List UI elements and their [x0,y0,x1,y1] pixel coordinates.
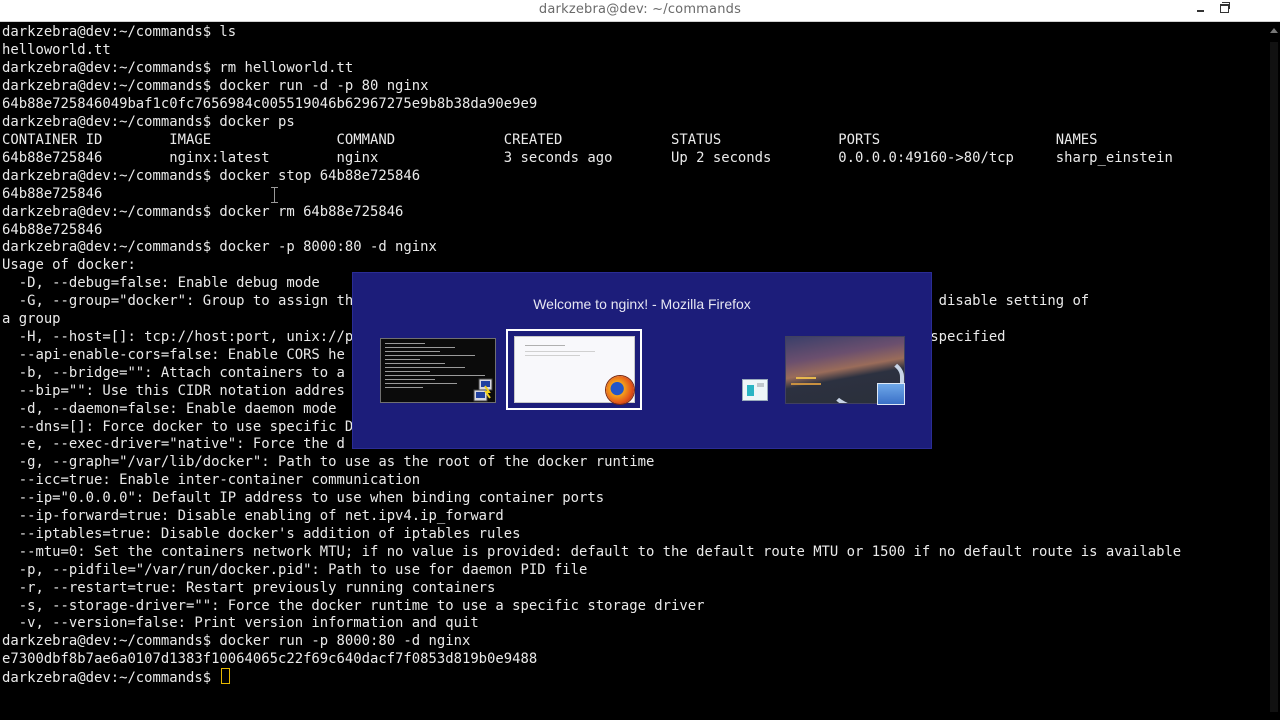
terminal-line: darkzebra@dev:~/commands$ docker -p 8000… [2,239,437,255]
putty-icon [473,378,493,402]
terminal-line: 64b88e725846 [2,186,103,202]
terminal-line: a group [2,311,61,327]
switcher-title: Welcome to nginx! - Mozilla Firefox [533,296,751,312]
terminal-line: Usage of docker: [2,257,136,273]
terminal-line: darkzebra@dev:~/commands$ docker rm 64b8… [2,204,404,220]
terminal-line: --icc=true: Enable inter-container commu… [2,472,421,488]
terminal-line: --bip="": Use this CIDR notation addres [2,383,345,399]
terminal-line: 64b88e725846 nginx:latest nginx 3 second… [2,150,1173,166]
terminal-line: e7300dbf8b7ae6a0107d1383f10064065c22f69c… [2,651,538,667]
terminal-line: CONTAINER ID IMAGE COMMAND CREATED STATU… [2,132,1098,148]
terminal-line: 64b88e725846 [2,222,103,238]
thumb-text-line [385,367,465,368]
terminal-line: helloworld.tt [2,42,111,58]
terminal-line: -e, --exec-driver="native": Force the d [2,436,345,452]
terminal-line: darkzebra@dev:~/commands$ docker run -d … [2,78,429,94]
prompt-line[interactable]: darkzebra@dev:~/commands$ [2,668,231,686]
thumb-text-line [385,375,485,376]
thumb-text-line [385,359,420,360]
thumb-text-line [385,355,475,356]
preview-heading-line [525,345,565,346]
firefox-icon [606,376,634,404]
terminal-line: --iptables=true: Disable docker's additi… [2,526,521,542]
restore-button[interactable] [1210,0,1240,20]
terminal-line: darkzebra@dev:~/commands$ rm helloworld.… [2,60,354,76]
minimize-icon [1197,10,1204,12]
terminal-line: --ip="0.0.0.0": Default IP address to us… [2,490,605,506]
terminal-line: -s, --storage-driver="": Force the docke… [2,598,705,614]
photo-viewer-icon [877,383,905,405]
restore-icon [1220,4,1229,13]
terminal-line: darkzebra@dev:~/commands$ docker stop 64… [2,168,421,184]
terminal-line: darkzebra@dev:~/commands$ ls [2,24,237,40]
thumb-text-line [385,387,423,388]
thumb-text-line [385,371,430,372]
thumb-text-line [385,383,457,384]
app-icon[interactable] [742,379,768,401]
terminal-line: -r, --restart=true: Restart previously r… [2,580,496,596]
window-title: darkzebra@dev: ~/commands [538,2,742,17]
photo-city-lights [796,377,816,379]
terminal-line: -p, --pidfile="/var/run/docker.pid": Pat… [2,562,588,578]
terminal-line: --ip-forward=true: Disable enabling of n… [2,508,504,524]
terminal-line: darkzebra@dev:~/commands$ docker run -p … [2,633,471,649]
terminal-line: -D, --debug=false: Enable debug mode [2,275,320,291]
thumb-text-line [385,343,425,344]
terminal-line: --mtu=0: Set the containers network MTU;… [2,544,1182,560]
thumb-text-line [385,363,445,364]
preview-text-line [525,355,580,356]
window-switcher: Welcome to nginx! - Mozilla Firefox [352,272,932,449]
terminal-line: -v, --version=false: Print version infor… [2,615,479,631]
terminal-line: -d, --daemon=false: Enable daemon mode [2,401,337,417]
scroll-up-arrow-icon[interactable] [1270,28,1278,33]
scroll-thumb[interactable] [1270,42,1278,712]
terminal-window: darkzebra@dev: ~/commands darkzebra@dev:… [0,0,1280,720]
app-icon-block [757,383,764,387]
terminal-line: --api-enable-cors=false: Enable CORS he [2,347,345,363]
terminal-cursor [221,668,231,684]
photo-city-lights [791,383,821,385]
terminal-line: darkzebra@dev:~/commands$ docker ps [2,114,295,130]
thumb-text-line [385,379,435,380]
thumb-text-line [385,351,440,352]
terminal-line: --dns=[]: Force docker to use specific D [2,419,354,435]
prompt-text: darkzebra@dev:~/commands$ [2,670,220,686]
preview-text-line [525,351,595,352]
terminal-line: 64b88e725846049baf1c0fc7656984c005519046… [2,96,538,112]
switcher-thumb-firefox[interactable] [506,329,642,410]
app-icon-block [747,385,754,396]
i-beam-cursor-icon [270,187,279,203]
thumb-text-line [385,347,455,348]
title-bar[interactable]: darkzebra@dev: ~/commands [0,0,1280,22]
scrollbar[interactable] [1268,22,1280,720]
terminal-line: -g, --graph="/var/lib/docker": Path to u… [2,454,655,470]
